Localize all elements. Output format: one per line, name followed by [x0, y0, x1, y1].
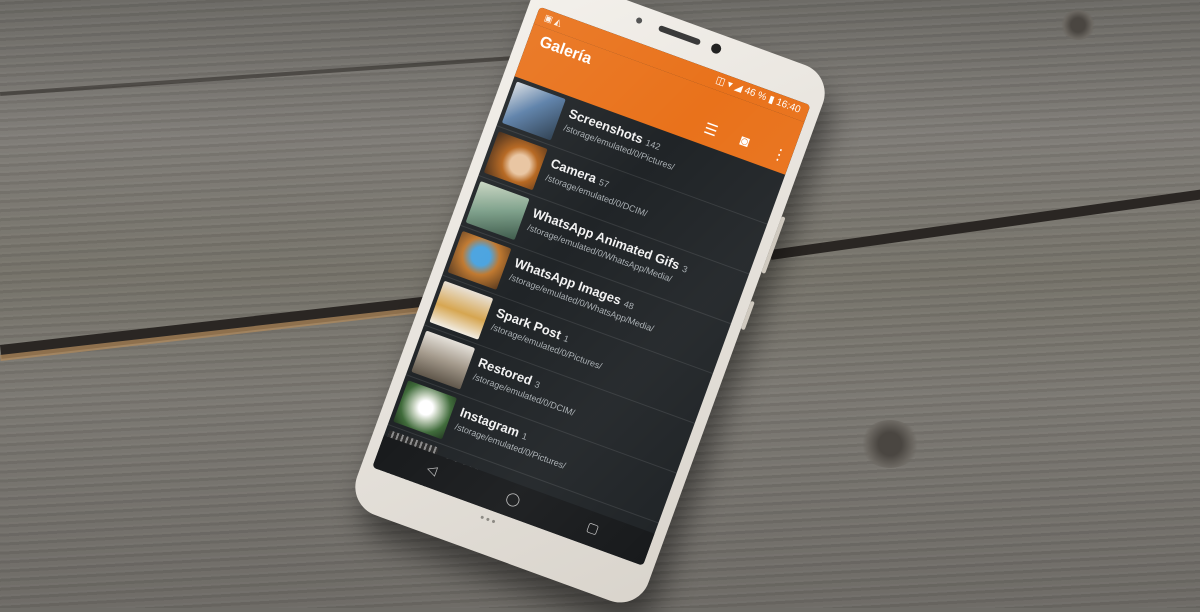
- album-count: 142: [644, 137, 662, 153]
- sort-icon[interactable]: ☰: [701, 119, 720, 141]
- proximity-sensor: [635, 16, 643, 25]
- recents-icon[interactable]: ▢: [584, 519, 602, 538]
- earpiece-speaker: [657, 24, 702, 46]
- more-vert-icon[interactable]: ⋮: [769, 144, 789, 165]
- back-icon[interactable]: ◁: [425, 461, 440, 479]
- album-count: 1: [520, 430, 529, 443]
- album-count: 3: [680, 263, 689, 275]
- camera-icon[interactable]: ◙: [738, 132, 752, 151]
- wood-knot: [860, 420, 920, 468]
- notification-icons: ▣ ◭: [542, 12, 564, 28]
- vibrate-icon: ◫: [714, 74, 727, 89]
- album-count: 57: [597, 176, 611, 190]
- album-count: 48: [622, 298, 636, 312]
- wood-knot: [1060, 10, 1096, 40]
- plank-gap: [770, 188, 1200, 260]
- signal-icon: ◢: [732, 81, 744, 95]
- album-count: 3: [533, 379, 542, 391]
- front-camera: [709, 42, 723, 56]
- plank-edge: [0, 301, 468, 361]
- home-icon[interactable]: ◯: [503, 489, 523, 509]
- plank-gap: [0, 52, 559, 96]
- album-count: 1: [562, 333, 571, 345]
- fingerprint-dots: [479, 515, 496, 526]
